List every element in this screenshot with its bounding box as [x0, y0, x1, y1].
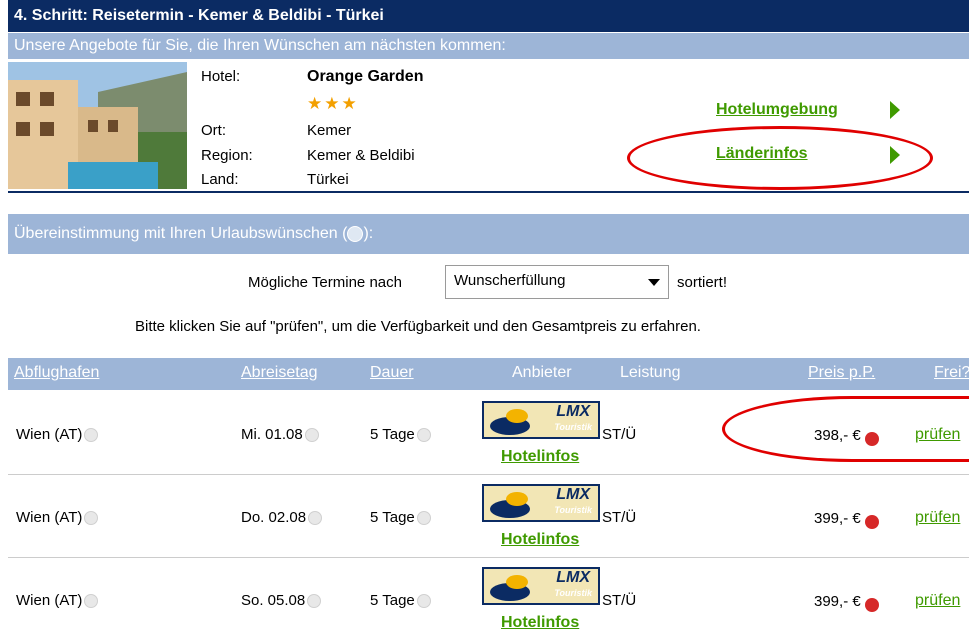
pruefen-link[interactable]: prüfen — [915, 509, 960, 527]
pruefen-link[interactable]: prüfen — [915, 592, 960, 610]
row-duration: 5 Tage — [370, 426, 431, 443]
info-dot-icon[interactable] — [84, 428, 99, 443]
preferences-title-end: ): — [363, 225, 374, 242]
hotelumgebung-arrow-icon[interactable] — [890, 101, 900, 119]
section-divider — [8, 191, 969, 193]
ort-label: Ort: — [201, 122, 226, 139]
instruction-text: Bitte klicken Sie auf "prüfen", um die V… — [135, 318, 701, 335]
highlight-ellipse-laenderinfos — [627, 126, 933, 190]
row-price: 399,- € — [814, 592, 879, 612]
hotelinfos-link[interactable]: Hotelinfos — [501, 614, 579, 632]
plane-icon — [864, 598, 879, 612]
sort-select-value: Wunscherfüllung — [454, 272, 566, 289]
table-row: Wien (AT) So. 05.08 5 Tage LMX Touristik… — [8, 557, 969, 640]
row-service: ST/Ü — [602, 509, 637, 526]
hotel-label: Hotel: — [201, 68, 241, 85]
info-dot-icon[interactable] — [84, 511, 99, 526]
info-dot-icon[interactable] — [304, 428, 319, 443]
row-airport: Wien (AT) — [16, 509, 99, 526]
header-dauer[interactable]: Dauer — [370, 364, 414, 382]
info-dot-icon[interactable] — [84, 594, 99, 609]
chevron-down-icon — [648, 279, 660, 286]
header-anbieter: Anbieter — [512, 364, 572, 381]
hotelumgebung-link[interactable]: Hotelumgebung — [716, 101, 838, 119]
row-date: So. 05.08 — [241, 592, 322, 609]
row-duration: 5 Tage — [370, 509, 431, 526]
row-date: Do. 02.08 — [241, 509, 323, 526]
info-dot-icon[interactable] — [308, 511, 323, 526]
offers-subtitle: Unsere Angebote für Sie, die Ihren Wünsc… — [8, 33, 969, 59]
info-dot-icon[interactable] — [416, 511, 431, 526]
hotelinfos-link[interactable]: Hotelinfos — [501, 448, 579, 466]
table-row: Wien (AT) Do. 02.08 5 Tage LMX Touristik… — [8, 474, 969, 557]
info-dot-icon[interactable] — [416, 428, 431, 443]
info-dot-icon[interactable] — [307, 594, 322, 609]
highlight-ellipse-price — [722, 396, 969, 462]
sort-select[interactable]: Wunscherfüllung — [445, 265, 669, 299]
hotel-photo[interactable] — [8, 62, 187, 189]
preferences-bar: Übereinstimmung mit Ihren Urlaubswünsche… — [8, 214, 969, 254]
row-date: Mi. 01.08 — [241, 426, 319, 443]
row-airport: Wien (AT) — [16, 592, 99, 609]
header-frei: Frei? — [934, 364, 969, 381]
ort-value: Kemer — [307, 122, 352, 139]
globe-icon[interactable] — [347, 225, 364, 242]
preferences-title: Übereinstimmung mit Ihren Urlaubswünsche… — [14, 225, 348, 242]
plane-icon — [864, 515, 879, 529]
row-duration: 5 Tage — [370, 592, 431, 609]
lmx-touristik-logo[interactable]: LMX Touristik — [482, 401, 600, 439]
row-airport: Wien (AT) — [16, 426, 99, 443]
land-value: Türkei — [307, 171, 349, 188]
sort-suffix-text: sortiert! — [677, 274, 728, 291]
land-label: Land: — [201, 171, 239, 188]
lmx-touristik-logo[interactable]: LMX Touristik — [482, 484, 600, 522]
hotel-name: Orange Garden — [307, 68, 424, 85]
hotel-star-rating: ★★★ — [307, 94, 359, 113]
info-dot-icon[interactable] — [416, 594, 431, 609]
lmx-touristik-logo[interactable]: LMX Touristik — [482, 567, 600, 605]
region-label: Region: — [201, 147, 253, 164]
table-header: Abflughafen Abreisetag Dauer Anbieter Le… — [8, 358, 969, 390]
header-abflughafen[interactable]: Abflughafen — [14, 364, 99, 382]
region-value: Kemer & Beldibi — [307, 147, 415, 164]
sort-prefix-text: Mögliche Termine nach — [248, 274, 402, 291]
header-abreisetag[interactable]: Abreisetag — [241, 364, 318, 382]
row-service: ST/Ü — [602, 592, 637, 609]
hotelinfos-link[interactable]: Hotelinfos — [501, 531, 579, 549]
page-title: 4. Schritt: Reisetermin - Kemer & Beldib… — [8, 0, 969, 32]
header-leistung: Leistung — [620, 364, 681, 381]
header-preis[interactable]: Preis p.P. — [808, 364, 875, 382]
row-price: 399,- € — [814, 509, 879, 529]
row-service: ST/Ü — [602, 426, 637, 443]
